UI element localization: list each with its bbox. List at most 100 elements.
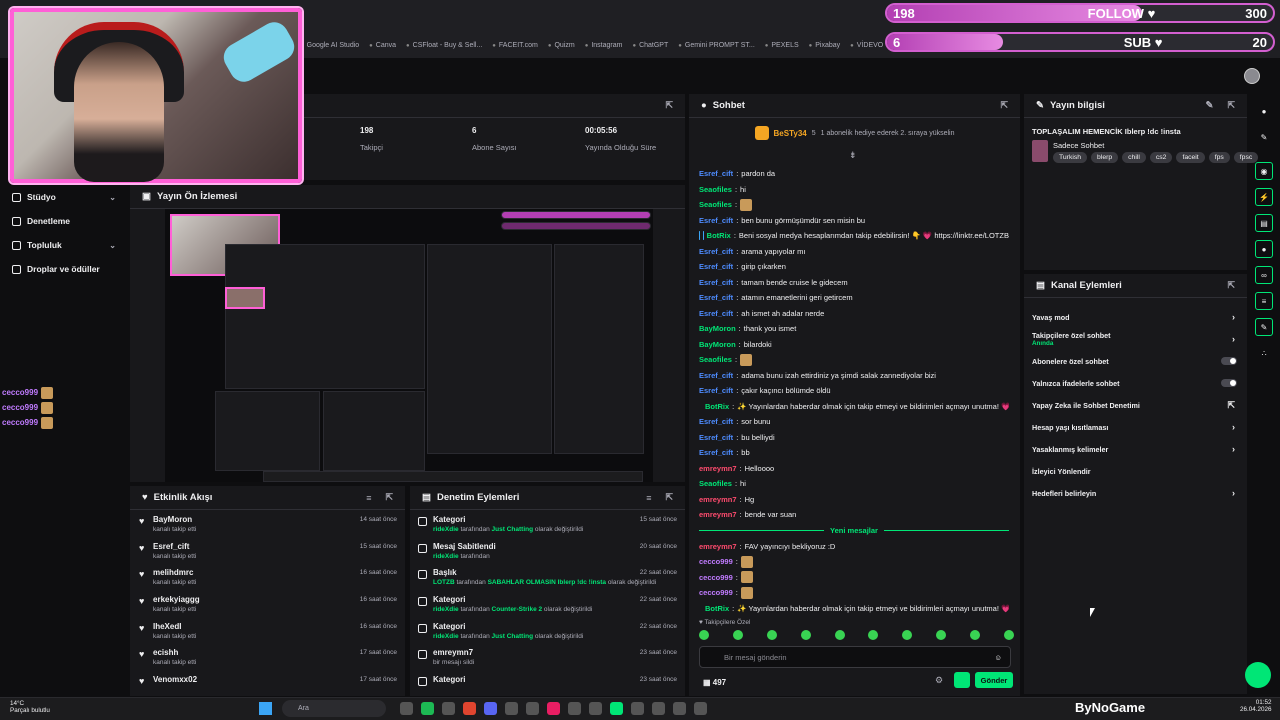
pinned-gifter[interactable]: BeSTy34 5 1 abonelik hediye ederek 2. sı… [689, 118, 1020, 148]
chat-message[interactable]: BotRix: Beni sosyal medya hesaplarımdan t… [699, 228, 1009, 244]
mod-action-item[interactable]: Kategori rideXdie tarafından Counter-Stri… [410, 590, 685, 617]
chat-username[interactable]: Seaofiles [699, 185, 732, 194]
preview-video[interactable] [165, 209, 653, 482]
chat-username[interactable]: cecco999 [699, 573, 733, 582]
toggle-switch[interactable] [1221, 379, 1237, 387]
emote-icon[interactable] [834, 630, 845, 640]
mod-action-item[interactable]: Kategori rideXdie tarafından Just Chattin… [410, 510, 685, 537]
chat-message[interactable]: BayMoron: thank you ismet [699, 321, 1009, 337]
chat-input[interactable]: Bir mesaj gönderin ☺ [699, 646, 1011, 668]
tag[interactable]: Turkish [1053, 152, 1088, 163]
chat-message[interactable]: BotRix: ✨ Yayınlardan haberdar olmak için… [699, 601, 1009, 617]
chat-message[interactable]: Esref_cift: bb [699, 445, 1009, 461]
chevron-right-icon[interactable]: › [1232, 334, 1235, 344]
gift-icon[interactable] [954, 672, 970, 688]
chat-message[interactable]: Seaofiles: [699, 197, 1009, 213]
chevron-down-icon[interactable]: ⌄ [109, 241, 116, 250]
channel-action-row[interactable]: Takipçilere özel sohbet Anında › [1024, 328, 1247, 350]
popout-icon[interactable]: ⇱ [1227, 280, 1235, 291]
sidebar-item[interactable]: Stüdyo ⌄ [0, 185, 128, 209]
emote-icon[interactable] [800, 630, 811, 640]
emote-icon[interactable] [902, 630, 913, 640]
channel-action-row[interactable]: İzleyici Yönlendir [1024, 460, 1247, 482]
stream-category[interactable]: Sadece Sohbet [1053, 141, 1104, 150]
chat-username[interactable]: Seaofiles [699, 200, 732, 209]
windows-start-icon[interactable] [259, 702, 272, 715]
bookmark-link[interactable]: Google AI Studio [300, 42, 360, 58]
bookmark-link[interactable]: ChatGPT [632, 42, 668, 58]
bookmark-link[interactable]: VİDEVO [850, 42, 883, 58]
channel-action-row[interactable]: Yasaklanmış kelimeler › [1024, 438, 1247, 460]
chat-message[interactable]: cecco999: [699, 570, 1009, 586]
popout-icon[interactable]: ⇱ [385, 492, 393, 503]
bookmark-link[interactable]: Pixabay [809, 42, 840, 58]
gear-icon[interactable]: ⚙ [935, 675, 943, 686]
chat-message[interactable]: Esref_cift: tamam bende cruise le gidecem [699, 275, 1009, 291]
emote-icon[interactable] [868, 630, 879, 640]
chat-username[interactable]: Esref_cift [699, 169, 733, 178]
app-icon[interactable] [463, 702, 476, 715]
chat-username[interactable]: Esref_cift [699, 262, 733, 271]
edit-icon[interactable]: ✎ [1205, 100, 1213, 111]
bookmark-link[interactable]: Instagram [585, 42, 622, 58]
bookmark-link[interactable]: Quizm [548, 42, 574, 58]
tag[interactable]: blerp [1091, 152, 1119, 163]
channel-action-row[interactable]: Yavaş mod › [1024, 306, 1247, 328]
chat-username[interactable]: Esref_cift [699, 293, 733, 302]
chat-message[interactable]: Esref_cift: ah ismet ah adalar nerde [699, 306, 1009, 322]
chat-message[interactable]: Seaofiles: [699, 352, 1009, 368]
chat-message[interactable]: Esref_cift: atamın emanetlerini geri geti… [699, 290, 1009, 306]
popout-icon[interactable]: ⇱ [1227, 100, 1235, 111]
chat-username[interactable]: BotRix [707, 231, 731, 240]
chat-message[interactable]: emreymn7: bende var suan [699, 507, 1009, 523]
chat-username[interactable]: emreymn7 [699, 542, 737, 551]
external-link-icon[interactable]: ⇱ [1227, 400, 1235, 411]
avatar[interactable] [1244, 68, 1260, 84]
chat-message[interactable]: cecco999: [699, 585, 1009, 601]
mod-action-item[interactable]: Mesaj Sabitlendi rideXdie tarafından 20 sa… [410, 537, 685, 564]
bookmark-link[interactable]: PEXELS [765, 42, 798, 58]
activity-item[interactable]: ♥ Venomxx02 17 saat önce [130, 670, 405, 697]
emote-row[interactable] [699, 630, 1014, 640]
chat-username[interactable]: Esref_cift [699, 371, 733, 380]
chat-username[interactable]: BotRix [705, 604, 729, 613]
app-icon[interactable] [505, 702, 518, 715]
bookmark-link[interactable]: Canva [369, 42, 396, 58]
chat-message[interactable]: emreymn7: Hg [699, 492, 1009, 508]
chevron-right-icon[interactable]: › [1232, 488, 1235, 498]
tag[interactable]: fps [1208, 152, 1230, 163]
bookmark-link[interactable]: FACEIT.com [492, 42, 538, 58]
camera-icon[interactable]: ◉ [1255, 162, 1273, 180]
emote-icon[interactable] [1003, 630, 1014, 640]
mod-action-item[interactable]: emreymn7 bir mesajı sildi 23 saat önce [410, 643, 685, 670]
channel-action-row[interactable]: Hedefleri belirleyin › [1024, 482, 1247, 504]
filter-icon[interactable]: ≡ [366, 493, 371, 503]
chevron-down-icon[interactable]: ⌄ [109, 193, 116, 202]
chat-username[interactable]: emreymn7 [699, 510, 737, 519]
stack-icon[interactable]: ≡ [1255, 292, 1273, 310]
chevron-right-icon[interactable]: › [1232, 422, 1235, 432]
app-icon[interactable] [547, 702, 560, 715]
chat-message[interactable]: Esref_cift: bu belliydi [699, 430, 1009, 446]
activity-item[interactable]: ♥ melihdmrc kanalı takip etti 16 saat önce [130, 563, 405, 590]
activity-item[interactable]: ♥ ecishh kanalı takip etti 17 saat önce [130, 643, 405, 670]
sidebar-item[interactable]: Denetleme [0, 209, 128, 233]
bookmark-link[interactable]: Gemini PROMPT ST... [678, 42, 755, 58]
tag[interactable]: faceit [1176, 152, 1205, 163]
mod-action-item[interactable]: Kategori 23 saat önce [410, 670, 685, 697]
bookmark-link[interactable]: CSFloat - Buy & Sell... [406, 42, 483, 58]
app-icon[interactable] [442, 702, 455, 715]
sidebar-item[interactable]: Topluluk ⌄ [0, 233, 128, 257]
chat-username[interactable]: Esref_cift [699, 433, 733, 442]
chat-username[interactable]: cecco999 [699, 588, 733, 597]
activity-item[interactable]: ♥ erkekyiaggg kanalı takip etti 16 saat önc… [130, 590, 405, 617]
chat-icon[interactable]: ● [1255, 240, 1273, 258]
emote-icon[interactable] [970, 630, 980, 640]
link-icon[interactable]: ∞ [1255, 266, 1273, 284]
app-icon[interactable] [568, 702, 581, 715]
popout-icon[interactable]: ⇱ [665, 100, 673, 111]
app-icon[interactable] [694, 702, 707, 715]
activity-item[interactable]: ♥ Esref_cift kanalı takip etti 15 saat önce [130, 537, 405, 564]
scroll-down-icon[interactable]: ⇟ [849, 150, 857, 161]
emote-icon[interactable] [766, 630, 777, 640]
